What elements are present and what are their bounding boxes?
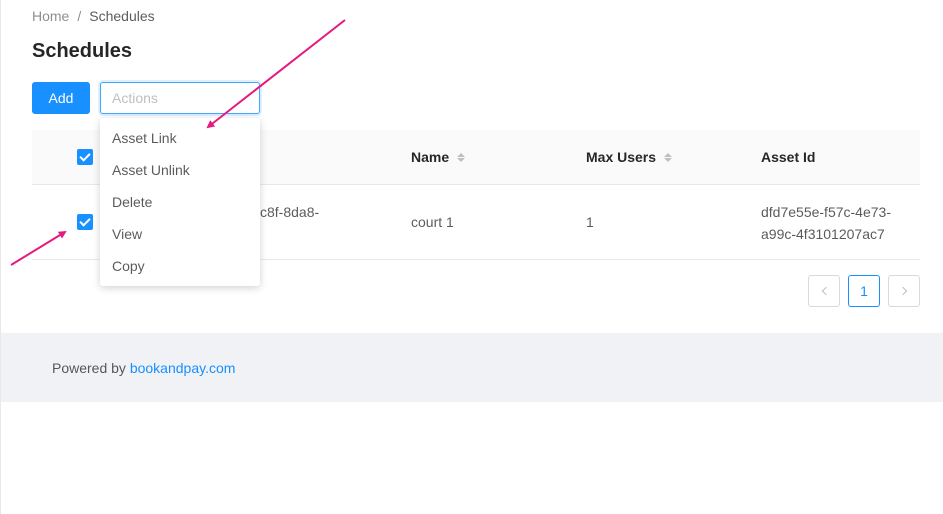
breadcrumb-separator: / bbox=[77, 8, 82, 24]
breadcrumb: Home / Schedules bbox=[32, 7, 155, 25]
column-header-label: Asset Id bbox=[761, 149, 816, 165]
menu-item-view[interactable]: View bbox=[100, 218, 260, 250]
row-id-cell: c8f-8da8- bbox=[260, 204, 320, 220]
menu-item-asset-link[interactable]: Asset Link bbox=[100, 122, 260, 154]
pagination-next-button[interactable] bbox=[888, 275, 920, 307]
menu-item-copy[interactable]: Copy bbox=[100, 250, 260, 282]
select-all-checkbox[interactable] bbox=[77, 149, 93, 165]
breadcrumb-home[interactable]: Home bbox=[32, 8, 69, 24]
asset-id-line: a99c-4f3101207ac7 bbox=[761, 226, 885, 242]
menu-item-delete[interactable]: Delete bbox=[100, 186, 260, 218]
chevron-left-icon bbox=[821, 286, 830, 296]
sort-icon[interactable] bbox=[664, 152, 673, 162]
page-title: Schedules bbox=[32, 40, 133, 62]
row-asset-id-cell: dfd7e55e-f57c-4e73- a99c-4f3101207ac7 bbox=[761, 201, 891, 245]
asset-id-line: dfd7e55e-f57c-4e73- bbox=[761, 204, 891, 220]
chevron-right-icon bbox=[898, 286, 907, 296]
actions-dropdown-menu: Asset Link Asset Unlink Delete View Copy bbox=[100, 118, 260, 286]
footer-link[interactable]: bookandpay.com bbox=[130, 360, 236, 376]
column-header-asset-id: Asset Id bbox=[761, 146, 815, 168]
pagination-prev-button[interactable] bbox=[808, 275, 840, 307]
column-header-label: Max Users bbox=[586, 149, 657, 165]
pagination-page-button[interactable]: 1 bbox=[848, 275, 880, 307]
footer-powered-by: Powered by bbox=[52, 360, 126, 376]
sort-icon[interactable] bbox=[457, 152, 466, 162]
menu-item-asset-unlink[interactable]: Asset Unlink bbox=[100, 154, 260, 186]
actions-placeholder: Actions bbox=[112, 90, 158, 106]
add-button[interactable]: Add bbox=[32, 82, 90, 114]
column-header-name[interactable]: Name bbox=[411, 146, 466, 168]
row-checkbox[interactable] bbox=[77, 214, 93, 230]
column-header-max-users[interactable]: Max Users bbox=[586, 146, 673, 168]
footer: Powered by bookandpay.com bbox=[1, 333, 943, 402]
footer-text: Powered by bookandpay.com bbox=[52, 359, 235, 377]
page: Home / Schedules Schedules Add Actions Nam… bbox=[0, 0, 943, 514]
column-header-label: Name bbox=[411, 149, 450, 165]
row-max-users-cell: 1 bbox=[586, 214, 594, 230]
actions-select[interactable]: Actions bbox=[100, 82, 260, 114]
row-name-cell: court 1 bbox=[411, 214, 454, 230]
breadcrumb-current: Schedules bbox=[89, 8, 155, 24]
